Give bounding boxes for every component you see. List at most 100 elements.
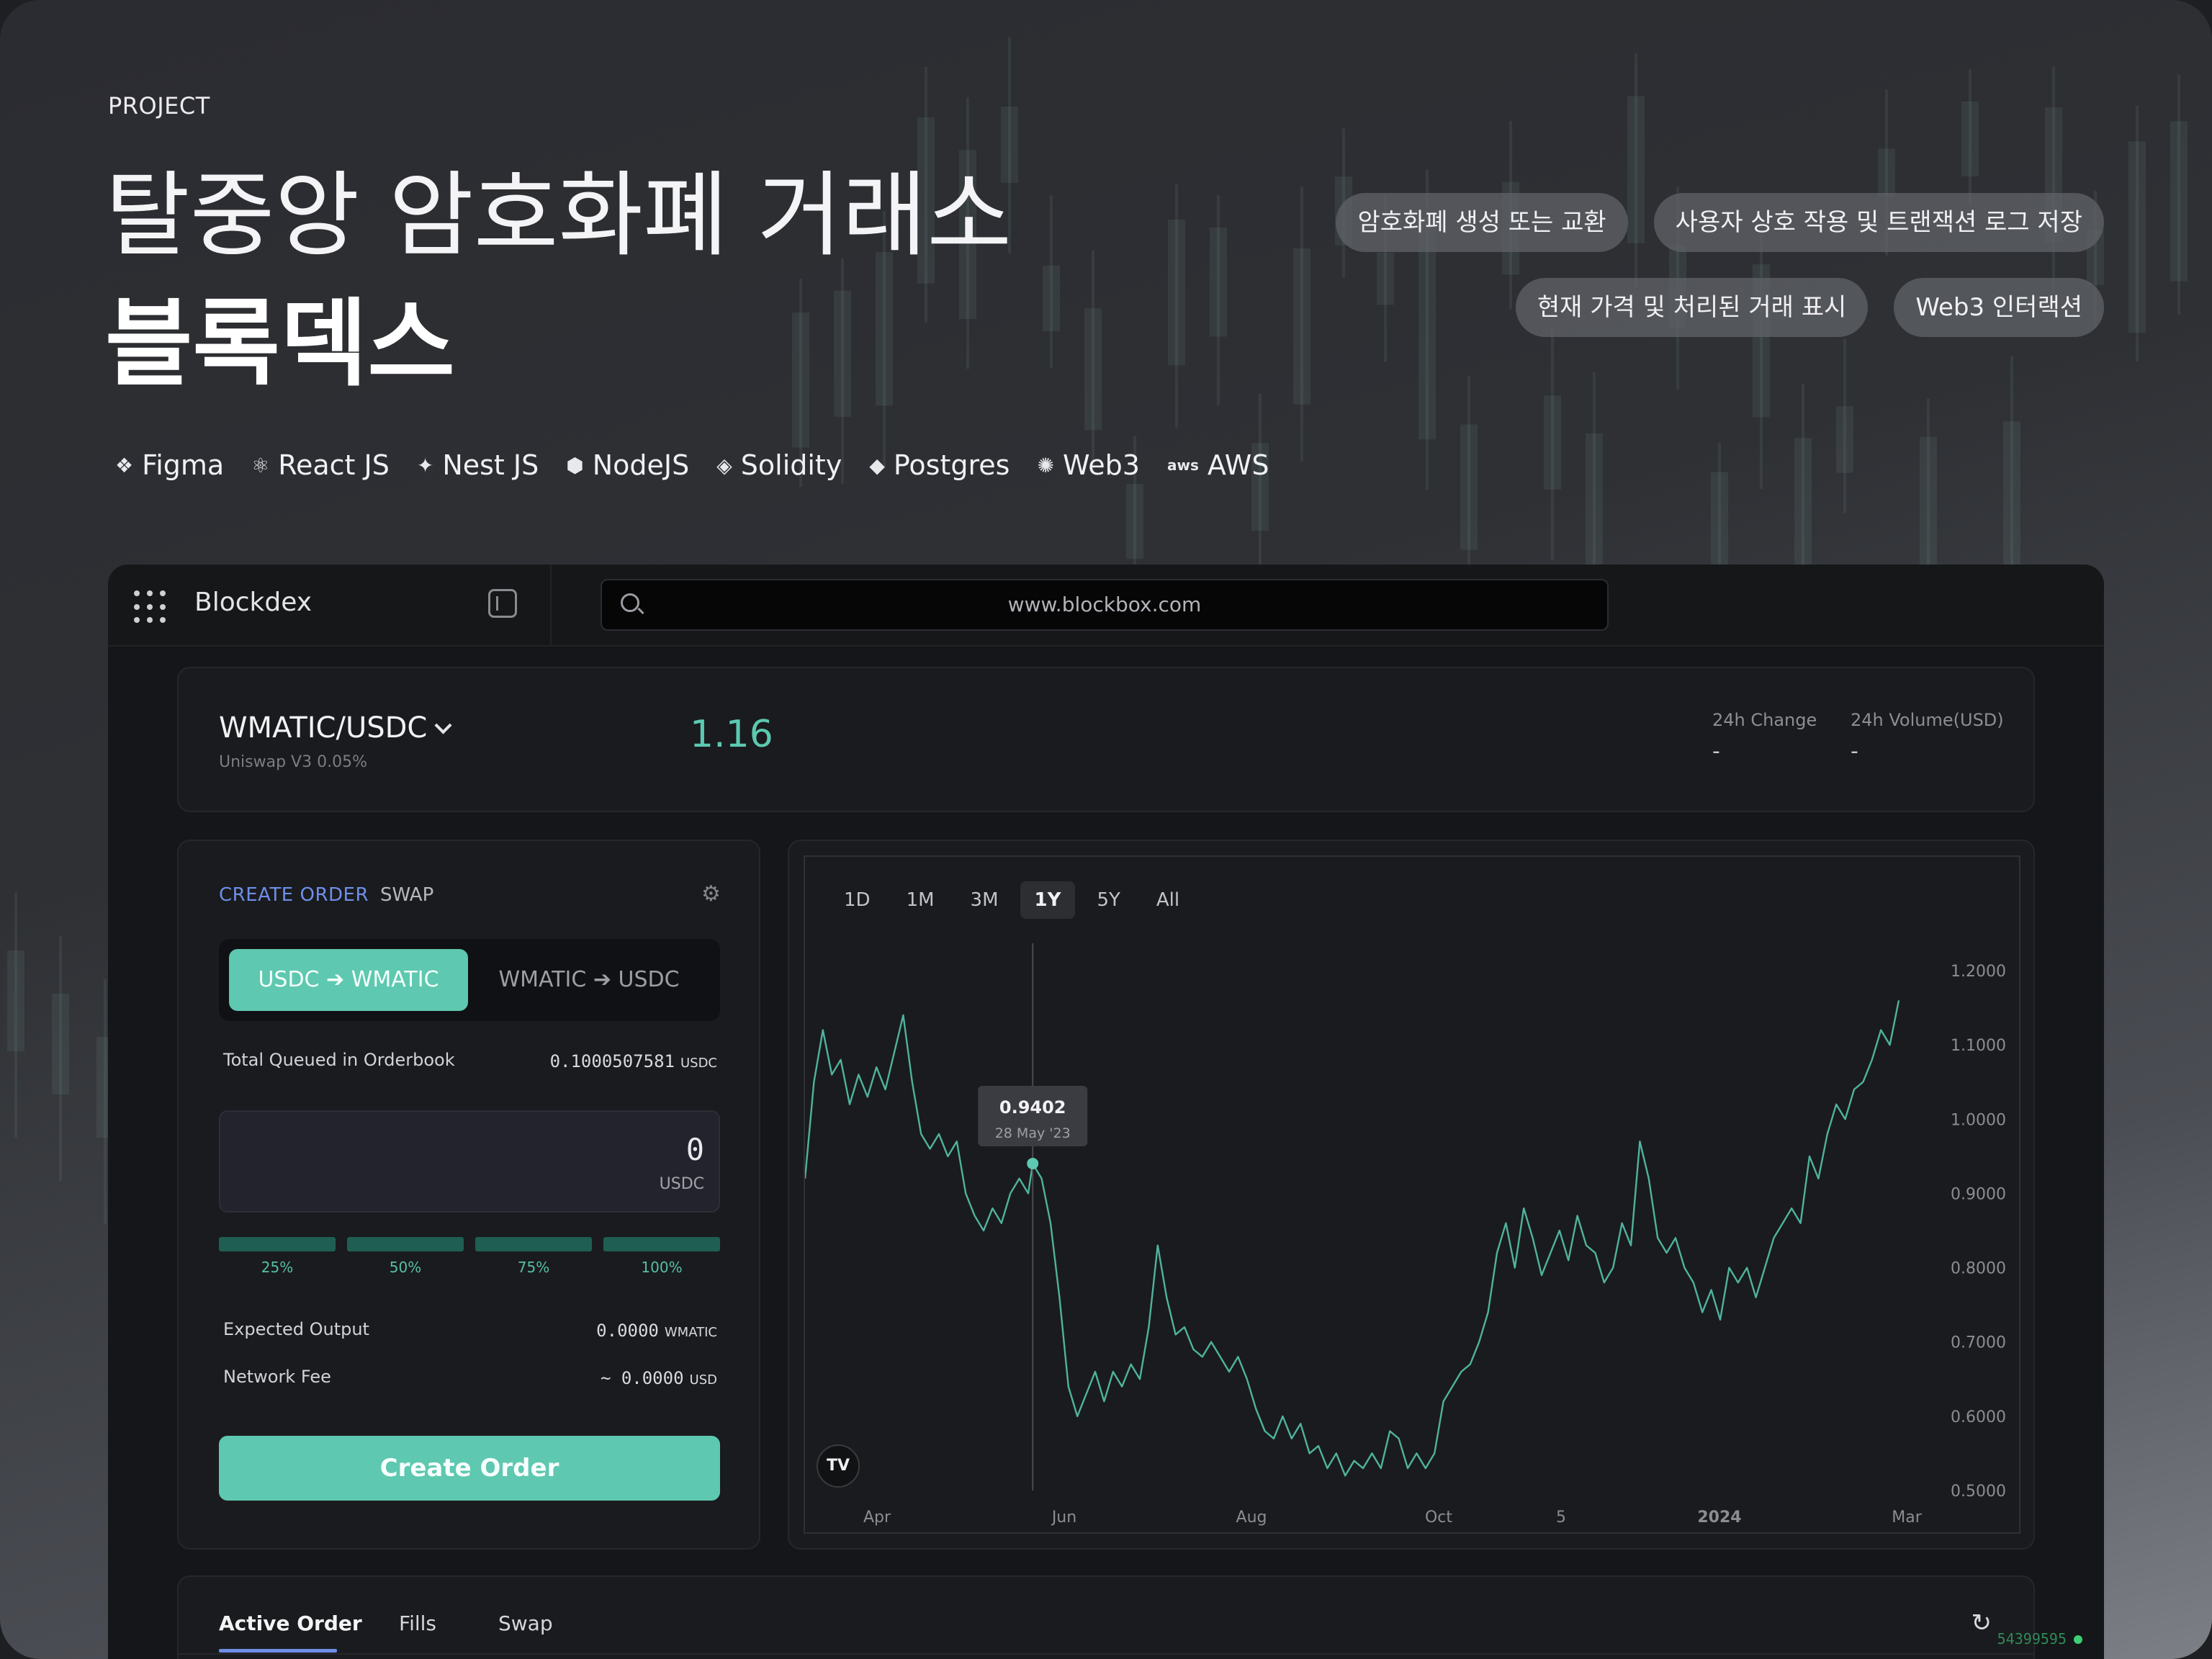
portfolio-page: PROJECT 탈중앙 암호화폐 거래소 블록덱스 암호화폐 생성 또는 교환 …: [0, 0, 2212, 1659]
url-bar[interactable]: www.blockbox.com: [601, 579, 1609, 631]
status-dot-icon: [2074, 1635, 2082, 1644]
solidity-icon: ◈: [716, 453, 732, 477]
amount-value: 0: [685, 1132, 704, 1167]
nodejs-icon: ⬢: [566, 453, 584, 477]
tech-stack-item: ✺ Web3: [1037, 449, 1140, 481]
x-tick-label: 2024: [1697, 1509, 1741, 1527]
chevron-down-icon: [434, 716, 452, 734]
feature-tag: 사용자 상호 작용 및 트랜잭션 로그 저장: [1653, 193, 2104, 252]
project-title: 탈중앙 암호화폐 거래소: [105, 162, 1012, 269]
pct-button-50[interactable]: 50%: [347, 1237, 464, 1276]
range-1y[interactable]: 1Y: [1020, 881, 1076, 919]
current-price: 1.16: [690, 713, 773, 756]
expected-output-value: 0.0000 WMATIC: [596, 1321, 717, 1341]
order-panel: CREATE ORDER SWAP ⚙ USDC ➔ WMATIC WMATIC…: [177, 840, 760, 1550]
price-chart: 1.2000 1.1000 1.0000 0.9000 0.8000 0.7000 0.60…: [805, 943, 2006, 1527]
y-tick-label: 1.2000: [1951, 963, 2006, 981]
range-selector: 1D 1M 3M 1Y 5Y All: [830, 881, 1194, 919]
x-tick-label: 5: [1556, 1509, 1566, 1527]
x-tick-label: Jun: [1051, 1509, 1076, 1527]
figma-icon: ❖: [115, 453, 134, 477]
sidebar-toggle-icon[interactable]: [488, 589, 517, 618]
app-topbar: Blockdex www.blockbox.com: [108, 565, 2104, 647]
network-fee-value: ~ 0.0000 USD: [600, 1368, 717, 1388]
range-1m[interactable]: 1M: [892, 881, 949, 919]
gear-icon[interactable]: ⚙: [701, 884, 721, 905]
stat-24h-change: 24h Change -: [1712, 710, 1817, 764]
web3-icon: ✺: [1037, 453, 1054, 477]
orders-panel: Active Order Fills Swap ↻: [177, 1575, 2035, 1659]
tech-stack-list: ❖ Figma ⚛ React JS ✦ Nest JS ⬢ NodeJS ◈ Solid…: [115, 449, 1269, 481]
hover-point: [1027, 1157, 1039, 1169]
active-tab-indicator: [219, 1649, 337, 1653]
pct-button-75[interactable]: 75%: [475, 1237, 592, 1276]
sidebar-header: Blockdex: [108, 565, 552, 645]
app-window: Blockdex www.blockbox.com WMATIC/USDC Un…: [108, 565, 2104, 1659]
pct-button-100[interactable]: 100%: [603, 1237, 720, 1276]
project-name: 블록덱스: [105, 289, 455, 400]
tech-stack-item: ✦ Nest JS: [416, 449, 539, 481]
tab-active-order[interactable]: Active Order: [219, 1611, 362, 1635]
tech-stack-item: ❖ Figma: [115, 449, 225, 481]
tooltip-date: 28 May '23: [995, 1125, 1071, 1141]
tab-swap[interactable]: SWAP: [380, 884, 433, 906]
tab-fills[interactable]: Fills: [399, 1611, 436, 1635]
eyebrow-label: PROJECT: [108, 92, 210, 120]
price-chart-card: 1.2000 1.1000 1.0000 0.9000 0.8000 0.7000 0.60…: [788, 840, 2035, 1550]
block-number-indicator: 54399595: [1997, 1630, 2082, 1647]
direction-usdc-to-wmatic[interactable]: USDC ➔ WMATIC: [229, 949, 468, 1011]
range-5y[interactable]: 5Y: [1082, 881, 1134, 919]
postgres-icon: ◆: [869, 453, 885, 477]
queued-label: Total Queued in Orderbook: [223, 1050, 455, 1070]
price-series-line: [805, 1000, 1900, 1477]
y-tick-label: 0.5000: [1951, 1483, 2006, 1501]
y-tick-label: 0.6000: [1951, 1408, 2006, 1426]
nestjs-icon: ✦: [416, 453, 434, 477]
pair-selector[interactable]: WMATIC/USDC: [219, 711, 452, 745]
queued-value: 0.1000507581 USDC: [549, 1051, 717, 1071]
pct-button-25[interactable]: 25%: [219, 1237, 336, 1276]
tech-stack-item: ⚛ React JS: [251, 449, 390, 481]
feature-tag: 암호화폐 생성 또는 교환: [1336, 193, 1628, 252]
refresh-icon[interactable]: ↻: [1972, 1609, 1992, 1637]
tech-stack-item: ◆ Postgres: [869, 449, 1010, 481]
create-order-button[interactable]: Create Order: [219, 1436, 720, 1501]
aws-icon: aws: [1166, 457, 1199, 474]
y-tick-label: 0.9000: [1951, 1185, 2006, 1203]
range-1d[interactable]: 1D: [830, 881, 885, 919]
direction-wmatic-to-usdc[interactable]: WMATIC ➔ USDC: [468, 949, 710, 1011]
network-fee-label: Network Fee: [223, 1367, 331, 1387]
pair-summary-card: WMATIC/USDC Uniswap V3 0.05% 1.16 24h Ch…: [177, 667, 2035, 812]
divider: [179, 1653, 2033, 1655]
stat-24h-volume: 24h Volume(USD) -: [1851, 710, 2004, 764]
feature-tag: 현재 가격 및 처리된 거래 표시: [1515, 278, 1869, 337]
tradingview-logo-icon[interactable]: TV: [817, 1444, 860, 1488]
direction-toggle: USDC ➔ WMATIC WMATIC ➔ USDC: [219, 939, 720, 1021]
range-3m[interactable]: 3M: [956, 881, 1013, 919]
expected-output-label: Expected Output: [223, 1319, 369, 1339]
x-tick-label: Aug: [1236, 1509, 1267, 1527]
tab-swap-history[interactable]: Swap: [498, 1611, 553, 1635]
tech-stack-item: ◈ Solidity: [716, 449, 842, 481]
feature-tag: Web3 인터랙션: [1894, 278, 2104, 337]
feature-tags: 암호화폐 생성 또는 교환 사용자 상호 작용 및 트랜잭션 로그 저장 현재 …: [1168, 193, 2104, 337]
app-name: Blockdex: [194, 588, 313, 617]
amount-input[interactable]: 0 USDC: [219, 1110, 720, 1213]
y-tick-label: 0.7000: [1951, 1334, 2006, 1352]
tab-create-order[interactable]: CREATE ORDER: [219, 884, 369, 906]
x-tick-label: Apr: [863, 1509, 891, 1527]
react-icon: ⚛: [251, 453, 270, 477]
y-tick-label: 1.1000: [1951, 1037, 2006, 1055]
y-tick-label: 1.0000: [1951, 1111, 2006, 1129]
tech-stack-item: aws AWS: [1166, 449, 1269, 481]
app-grid-icon[interactable]: [134, 590, 167, 624]
x-tick-label: Oct: [1425, 1509, 1452, 1527]
tooltip-value: 0.9402: [999, 1097, 1066, 1118]
y-tick-label: 0.8000: [1951, 1260, 2006, 1278]
price-chart-area[interactable]: 1.2000 1.1000 1.0000 0.9000 0.8000 0.7000 0.60…: [804, 855, 2020, 1534]
range-all[interactable]: All: [1142, 881, 1194, 919]
url-text: www.blockbox.com: [1007, 593, 1202, 616]
amount-unit: USDC: [659, 1175, 704, 1193]
tech-stack-item: ⬢ NodeJS: [566, 449, 690, 481]
percentage-selector: 25% 50% 75% 100%: [219, 1237, 720, 1276]
